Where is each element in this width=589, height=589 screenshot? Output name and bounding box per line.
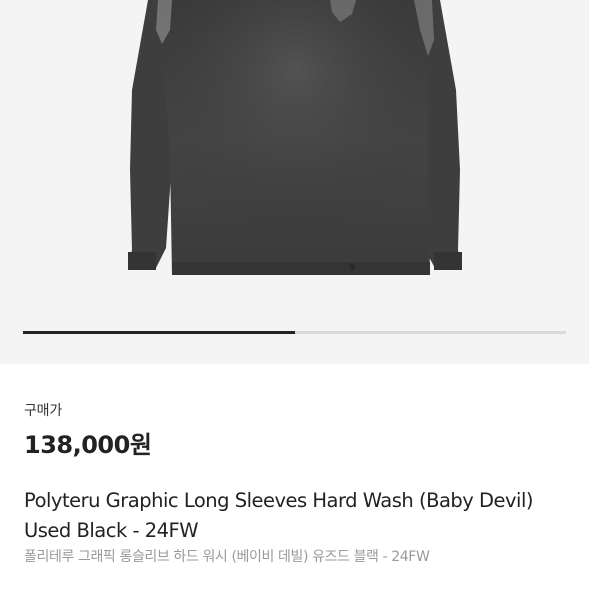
product-name: Polyteru Graphic Long Sleeves Hard Wash … xyxy=(24,489,534,542)
gallery-progress-track xyxy=(23,331,566,334)
gallery-progress-fill xyxy=(23,331,295,334)
product-name-korean: 폴리테루 그래픽 롱슬리브 하드 워시 (베이비 데빌) 유즈드 블랙 - 24… xyxy=(24,549,430,565)
product-image[interactable] xyxy=(0,0,589,364)
price: 138,000원 xyxy=(24,431,152,459)
price-label: 구매가 xyxy=(24,403,63,419)
product-image-gallery[interactable] xyxy=(0,0,589,364)
